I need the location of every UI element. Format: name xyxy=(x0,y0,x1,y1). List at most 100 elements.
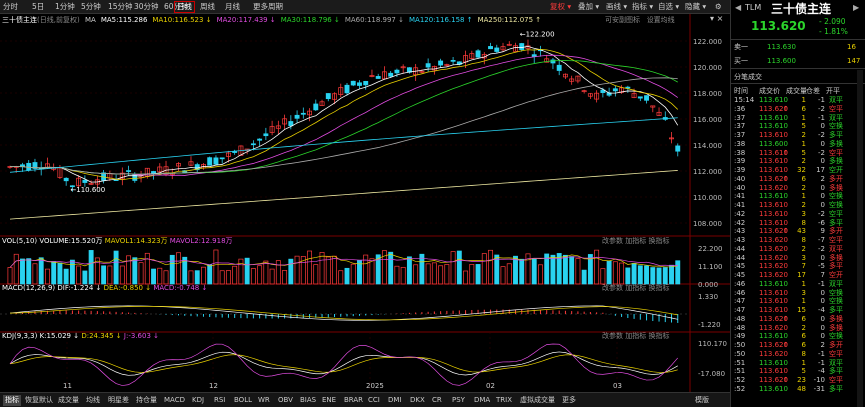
indicator-tab[interactable]: KDJ xyxy=(192,395,204,406)
trade-row: :44 113.620 2 -2 双平 xyxy=(731,245,865,253)
add-indicator-link[interactable]: 加指标 xyxy=(625,237,646,245)
indicator-tab[interactable]: 指标 xyxy=(3,395,21,406)
switch-indicator-link[interactable]: 换指标 xyxy=(648,237,669,245)
trade-cell-k: 空换 xyxy=(829,288,843,297)
indicator-tab[interactable]: 虚拟成交量 xyxy=(520,395,555,406)
toolbar-button[interactable]: 隐藏 ▾ xyxy=(685,1,706,13)
indicator-tab[interactable]: ENE xyxy=(322,395,336,406)
trade-cell-t: :45 xyxy=(734,262,746,271)
trade-row: :52 113.610 48 -31 多平 xyxy=(731,385,865,393)
trade-row: :40 113.620 6 2 多开 ↑ xyxy=(731,175,865,183)
period-tab[interactable]: 5日 xyxy=(32,1,44,13)
close-icon[interactable]: × xyxy=(717,14,724,23)
divider xyxy=(731,39,865,40)
indicator-tab[interactable]: BOLL xyxy=(234,395,252,406)
toolbar-button[interactable]: 指标 ▾ xyxy=(632,1,653,13)
trade-cell-v: 6 xyxy=(801,174,806,183)
edit-params-link[interactable]: 改参数 xyxy=(602,237,623,245)
trade-cell-d: -1 xyxy=(818,113,825,122)
add-indicator-link[interactable]: 加指标 xyxy=(625,284,646,292)
period-tab[interactable]: 5分钟 xyxy=(81,1,101,13)
dropdown-icon[interactable]: ▾ xyxy=(710,14,714,23)
trade-cell-v: 6 xyxy=(801,314,806,323)
period-tab[interactable]: 周线 xyxy=(200,1,215,13)
indicator-tab[interactable]: CCI xyxy=(368,395,380,406)
ma-settings-link[interactable]: 设置均线 xyxy=(647,16,675,24)
trade-cell-p: 113.610 xyxy=(759,306,788,314)
indicator-tab[interactable]: DMA xyxy=(474,395,490,406)
volume-bar xyxy=(475,264,481,285)
indicator-tab[interactable]: BIAS xyxy=(300,395,316,406)
trade-cell-v: 32 xyxy=(797,166,806,174)
period-tab[interactable]: 1分钟 xyxy=(55,1,75,13)
indicator-tab[interactable]: 成交量 xyxy=(58,395,79,406)
indicator-tab[interactable]: 更多 xyxy=(562,395,576,406)
indicator-tab[interactable]: 明星差 xyxy=(108,395,129,406)
trade-cell-v: 5 xyxy=(801,148,806,157)
trade-cell-t: :41 xyxy=(734,201,746,209)
period-tab[interactable]: 分时 xyxy=(3,1,18,13)
trade-cell-t: :52 xyxy=(734,384,746,393)
trade-cell-v: 23 xyxy=(797,376,806,384)
indicator-tab[interactable]: 恢复默认 xyxy=(25,395,53,406)
indicator-tab[interactable]: BRAR xyxy=(344,395,363,406)
volume-bar xyxy=(481,253,487,285)
gear-icon[interactable]: ⚙ xyxy=(715,1,722,13)
candle-body xyxy=(438,60,444,66)
switch-indicator-link[interactable]: 换指标 xyxy=(648,332,669,340)
date-tick-label: 12 xyxy=(209,382,218,390)
period-tab[interactable]: 月线 xyxy=(225,1,240,13)
nav-back-icon[interactable]: ◀ xyxy=(735,3,741,12)
toolbar-button[interactable]: 叠加 ▾ xyxy=(578,1,599,13)
trade-cell-p: 113.610 xyxy=(759,297,788,306)
period-tab[interactable]: 日线 xyxy=(174,1,195,13)
macd-y-tick: 1.330 xyxy=(698,293,718,301)
toolbar-button[interactable]: 画线 ▾ xyxy=(606,1,627,13)
edit-params-link[interactable]: 改参数 xyxy=(602,284,623,292)
volume-bar xyxy=(394,265,400,285)
trade-cell-k: 多平 xyxy=(829,131,843,139)
indicator-tab[interactable]: 持仓量 xyxy=(136,395,157,406)
volume-bar xyxy=(513,255,518,285)
period-tab[interactable]: 更多周期 xyxy=(253,1,283,13)
trade-cell-v: 15 xyxy=(797,306,806,314)
indicator-tab[interactable]: OBV xyxy=(278,395,293,406)
trade-cell-t: :48 xyxy=(734,314,746,323)
edit-params-link[interactable]: 改参数 xyxy=(602,332,623,340)
trade-cell-t: :43 xyxy=(734,236,746,244)
indicator-tab[interactable]: 均线 xyxy=(86,395,100,406)
add-indicator-link[interactable]: 加指标 xyxy=(625,332,646,340)
up-arrow-icon: ↑ xyxy=(783,376,789,384)
indicator-tab[interactable]: DKX xyxy=(410,395,425,406)
trade-cell-v: 1 xyxy=(801,113,806,122)
indicator-tab[interactable]: PSY xyxy=(452,395,465,406)
nav-forward-icon[interactable]: ▶ xyxy=(853,3,859,12)
indicator-tab[interactable]: TRIX xyxy=(496,395,512,406)
trade-row: :42 113.610 8 -6 多平 xyxy=(731,219,865,227)
secondary-chart-link[interactable]: 可安副图标 xyxy=(605,16,640,24)
period-tab[interactable]: 15分钟 xyxy=(108,1,133,13)
volume-bar xyxy=(20,258,25,285)
template-button[interactable]: 模版 xyxy=(695,395,709,406)
indicator-tab[interactable]: WR xyxy=(258,395,270,406)
indicator-tab[interactable]: CR xyxy=(432,395,442,406)
indicator-tab[interactable]: RSI xyxy=(214,395,225,406)
trades-column-header: 成交价 xyxy=(759,87,780,95)
toolbar-button[interactable]: 复权 ▾ xyxy=(550,1,571,13)
trade-cell-p: 113.610 xyxy=(759,367,788,376)
trade-cell-k: 多平 xyxy=(829,367,843,376)
toolbar-button[interactable]: 自选 ▾ xyxy=(658,1,679,13)
ma-legend-item: MA30:118.796 ↓ xyxy=(280,16,340,24)
candle-body xyxy=(82,179,88,183)
trade-cell-t: :47 xyxy=(734,306,746,314)
volume-bar xyxy=(307,250,313,285)
trade-cell-t: 15:14 xyxy=(734,96,755,104)
indicator-tab[interactable]: DMI xyxy=(388,395,402,406)
switch-indicator-link[interactable]: 换指标 xyxy=(648,284,669,292)
trades-header: 时间 成交价 成交量 仓差 开平 xyxy=(731,86,865,95)
trade-cell-d: -2 xyxy=(818,104,825,113)
trades-scrollbar[interactable] xyxy=(857,70,863,407)
indicator-tab[interactable]: MACD xyxy=(164,395,185,406)
mavol1-value: MAVOL1:14.323万 xyxy=(104,237,168,245)
period-tab[interactable]: 30分钟 xyxy=(134,1,159,13)
